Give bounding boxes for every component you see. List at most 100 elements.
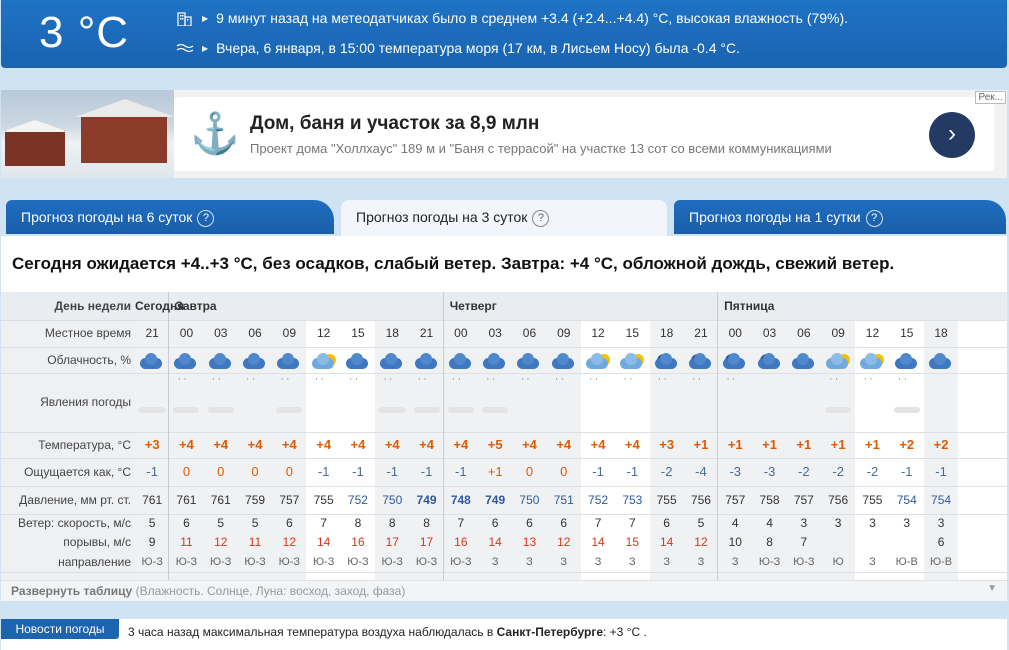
pressure-cell: 757	[279, 493, 300, 507]
wind-gusts-cell	[821, 532, 855, 552]
rain-icon: ' '	[281, 377, 290, 386]
wind-gusts-cell: 8	[766, 535, 773, 549]
wind-gusts-cell: 10	[728, 535, 742, 549]
row-label-temp: Температура, °С	[38, 438, 131, 452]
temperature-cell: +4	[624, 437, 640, 452]
wind-speed-cell: 4	[731, 516, 739, 530]
feels-like-cell: -1	[455, 464, 467, 479]
fog-icon	[379, 407, 406, 413]
pressure-cell: 761	[176, 493, 197, 507]
advertisement[interactable]: ⚓ Дом, баня и участок за 8,9 млн Проект …	[1, 90, 1007, 178]
feels-like-cell: -1	[592, 464, 604, 479]
ad-card[interactable]: ⚓ Дом, баня и участок за 8,9 млн Проект …	[174, 97, 994, 171]
tab-3-days[interactable]: Прогноз погоды на 3 суток?	[341, 200, 667, 236]
help-icon[interactable]: ?	[532, 210, 550, 227]
temperature-cell: +4	[590, 437, 606, 452]
expand-table-bar[interactable]: Развернуть таблицу (Влажность. Солнце, Л…	[1, 580, 1007, 601]
rain-icon: ' '	[898, 377, 908, 386]
cloud-icon	[929, 352, 953, 370]
wind-gusts-cell: 13	[522, 535, 537, 549]
wind-gusts-cell: 14	[591, 535, 605, 549]
wind-gusts-cell: 12	[214, 535, 228, 549]
fog-icon	[825, 407, 852, 413]
time-cell: 09	[557, 326, 571, 340]
wind-speed-cell: 6	[663, 516, 670, 530]
chevron-down-icon[interactable]: ▼	[987, 583, 997, 594]
rain-icon: ' '	[864, 377, 873, 386]
pressure-cell: 758	[759, 493, 780, 507]
tab-label: Прогноз погоды на 6 суток	[21, 209, 193, 225]
temperature-cell: +4	[522, 437, 537, 452]
feels-like-cell: 0	[251, 464, 259, 479]
temperature-cell: +4	[453, 437, 469, 452]
feels-like-cell: -1	[352, 464, 364, 479]
tab-6-days[interactable]: Прогноз погоды на 6 суток?	[6, 200, 334, 234]
pressure-cell: 757	[725, 493, 746, 507]
temperature-cell: +4	[419, 437, 434, 452]
wave-icon	[176, 40, 194, 56]
news-tag[interactable]: Новости погоды	[1, 619, 119, 639]
temperature-cell: +4	[556, 437, 572, 452]
triangle-icon: ▶	[202, 13, 209, 23]
feels-like-cell: -2	[866, 464, 879, 479]
pressure-cell: 756	[690, 493, 711, 507]
row-label-time: Местное время	[44, 326, 131, 340]
news-text-post: : +3 °С .	[603, 625, 647, 639]
wind-direction-cell: Ю-З	[141, 556, 163, 568]
rain-icon: ' '	[247, 377, 256, 386]
tab-1-day[interactable]: Прогноз погоды на 1 сутки?	[674, 200, 1006, 234]
time-cell: 03	[762, 326, 777, 340]
fog-icon	[276, 407, 303, 413]
time-cell: 06	[522, 326, 537, 340]
pressure-cell: 753	[622, 493, 643, 507]
temperature-cell: +1	[830, 437, 846, 452]
ad-arrow-button[interactable]: ›	[929, 112, 975, 158]
temperature-cell: +4	[281, 437, 297, 452]
feels-like-cell: 0	[217, 464, 225, 479]
time-cell: 09	[282, 326, 297, 340]
temperature-cell: +1	[865, 437, 880, 452]
ad-house-photo[interactable]	[1, 90, 174, 178]
day-header: Завтра	[175, 299, 217, 313]
news-city[interactable]: Санкт-Петербурге	[497, 625, 603, 639]
tab-label: Прогноз погоды на 3 суток	[356, 209, 528, 225]
row-divider	[1, 572, 1007, 573]
ad-label[interactable]: Рек...	[975, 91, 1006, 104]
cloud-icon	[174, 352, 198, 370]
pressure-cell: 750	[519, 493, 540, 507]
feels-like-cell: -1	[900, 464, 913, 479]
pressure-cell: 761	[142, 493, 163, 507]
current-weather-banner: 3 °C ▶ 9 минут назад на метеодатчиках бы…	[1, 0, 1007, 68]
ad-title[interactable]: Дом, баня и участок за 8,9 млн	[250, 113, 539, 135]
feels-like-cell: 0	[182, 464, 191, 479]
wind-gusts-cell: 7	[800, 535, 808, 549]
expand-table-link[interactable]: Развернуть таблицу (Влажность. Солнце, Л…	[11, 584, 405, 598]
cloud-icon	[414, 352, 439, 370]
wind-direction-cell: Ю-З	[347, 556, 369, 568]
current-temperature: 3 °C	[39, 8, 130, 57]
wind-gusts-cell: 14	[659, 535, 674, 549]
triangle-icon: ▶	[202, 43, 209, 53]
temperature-cell: +2	[933, 437, 949, 452]
help-icon[interactable]: ?	[197, 210, 215, 227]
tab-label: Прогноз погоды на 1 сутки	[689, 209, 861, 225]
time-cell: 18	[385, 326, 399, 340]
pressure-cell: 749	[416, 493, 437, 507]
help-icon[interactable]: ?	[865, 210, 883, 227]
rain-icon: ' '	[212, 377, 222, 386]
pressure-cell: 749	[485, 493, 506, 507]
wind-direction-cell: З	[869, 556, 876, 568]
time-cell: 15	[900, 326, 914, 340]
rain-icon: ' '	[555, 377, 565, 386]
cloud-icon	[517, 352, 541, 370]
pressure-cell: 755	[862, 493, 883, 507]
feels-like-cell: -2	[660, 464, 673, 479]
cloud-icon	[483, 352, 507, 370]
feels-like-cell: -1	[420, 464, 433, 479]
pressure-cell: 757	[793, 493, 814, 507]
feels-like-cell: +1	[487, 464, 503, 479]
row-divider	[1, 373, 1007, 374]
time-cell: 00	[728, 326, 742, 340]
cloud-icon	[380, 352, 404, 370]
ad-description[interactable]: Проект дома "Холлхаус" 189 м и "Баня с т…	[250, 141, 832, 156]
